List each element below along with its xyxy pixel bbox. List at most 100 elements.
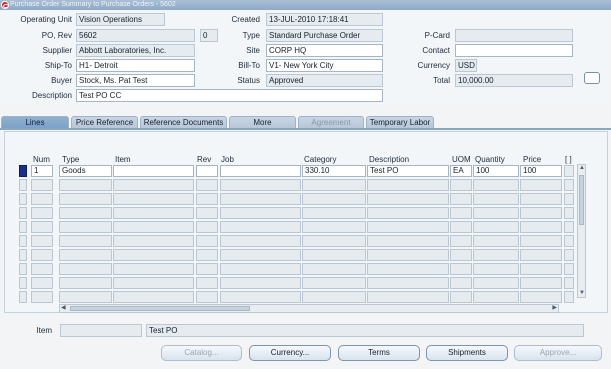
line-cell-uom[interactable] bbox=[450, 263, 472, 275]
line-cell-description[interactable] bbox=[367, 291, 449, 303]
line-cell-category[interactable] bbox=[302, 277, 366, 289]
line-cell-job[interactable] bbox=[220, 179, 301, 191]
line-cell-price[interactable] bbox=[520, 277, 562, 289]
line-cell-quantity[interactable] bbox=[473, 263, 519, 275]
line-cell-flex[interactable] bbox=[564, 221, 574, 233]
row-selector[interactable] bbox=[19, 221, 27, 233]
line-cell-price[interactable] bbox=[520, 263, 562, 275]
line-cell-uom[interactable] bbox=[450, 249, 472, 261]
row-selector[interactable] bbox=[19, 291, 27, 303]
line-cell-price[interactable]: 100 bbox=[520, 165, 562, 177]
line-cell-item[interactable] bbox=[113, 193, 194, 205]
line-cell-description[interactable]: Test PO bbox=[367, 165, 449, 177]
line-cell-category[interactable] bbox=[302, 193, 366, 205]
line-cell-flex[interactable] bbox=[564, 263, 574, 275]
site-field[interactable]: CORP HQ bbox=[266, 44, 383, 57]
terms-button[interactable]: Terms bbox=[338, 345, 420, 361]
line-cell-quantity[interactable] bbox=[473, 277, 519, 289]
line-cell-job[interactable] bbox=[220, 221, 301, 233]
line-cell-price[interactable] bbox=[520, 221, 562, 233]
line-cell-uom[interactable] bbox=[450, 207, 472, 219]
po-number-field[interactable]: 5602 bbox=[76, 29, 195, 42]
line-cell-num[interactable] bbox=[31, 235, 53, 247]
line-cell-job[interactable] bbox=[220, 277, 301, 289]
line-cell-price[interactable] bbox=[520, 235, 562, 247]
vertical-scrollbar[interactable]: ▲ ▼ bbox=[577, 164, 586, 298]
created-field[interactable]: 13-JUL-2010 17:18:41 bbox=[266, 13, 383, 26]
line-cell-flex[interactable] bbox=[564, 179, 574, 191]
horizontal-scrollbar[interactable]: ◀ ▶ bbox=[59, 304, 559, 313]
line-cell-num[interactable] bbox=[31, 277, 53, 289]
line-cell-quantity[interactable] bbox=[473, 249, 519, 261]
supplier-field[interactable]: Abbott Laboratories, Inc. bbox=[76, 44, 195, 57]
row-selector[interactable] bbox=[19, 249, 27, 261]
line-cell-job[interactable] bbox=[220, 291, 301, 303]
line-cell-num[interactable] bbox=[31, 291, 53, 303]
line-cell-quantity[interactable] bbox=[473, 235, 519, 247]
line-cell-type[interactable] bbox=[59, 221, 112, 233]
line-cell-type[interactable] bbox=[59, 263, 112, 275]
line-cell-category[interactable] bbox=[302, 221, 366, 233]
line-cell-quantity[interactable] bbox=[473, 291, 519, 303]
line-cell-category[interactable] bbox=[302, 291, 366, 303]
row-selector[interactable] bbox=[19, 207, 27, 219]
row-selector[interactable] bbox=[19, 263, 27, 275]
line-cell-job[interactable] bbox=[220, 193, 301, 205]
line-cell-rev[interactable] bbox=[196, 207, 218, 219]
currency-button[interactable]: Currency... bbox=[249, 345, 331, 361]
line-cell-num[interactable] bbox=[31, 193, 53, 205]
line-cell-price[interactable] bbox=[520, 207, 562, 219]
line-cell-num[interactable] bbox=[31, 221, 53, 233]
line-cell-description[interactable] bbox=[367, 263, 449, 275]
line-cell-category[interactable] bbox=[302, 179, 366, 191]
line-cell-uom[interactable]: EA bbox=[450, 165, 472, 177]
line-cell-job[interactable] bbox=[220, 207, 301, 219]
status-field[interactable]: Approved bbox=[266, 74, 383, 87]
ship-to-field[interactable]: H1- Detroit bbox=[76, 59, 195, 72]
line-cell-rev[interactable] bbox=[196, 165, 218, 177]
line-cell-rev[interactable] bbox=[196, 193, 218, 205]
line-cell-item[interactable] bbox=[113, 221, 194, 233]
line-cell-flex[interactable] bbox=[564, 165, 574, 177]
line-cell-category[interactable] bbox=[302, 263, 366, 275]
line-cell-num[interactable] bbox=[31, 179, 53, 191]
scroll-up-icon[interactable]: ▲ bbox=[579, 165, 585, 172]
line-cell-price[interactable] bbox=[520, 179, 562, 191]
line-cell-item[interactable] bbox=[113, 277, 194, 289]
line-cell-category[interactable] bbox=[302, 235, 366, 247]
line-cell-price[interactable] bbox=[520, 249, 562, 261]
line-cell-num[interactable] bbox=[31, 263, 53, 275]
row-selector[interactable] bbox=[19, 165, 27, 177]
line-cell-rev[interactable] bbox=[196, 235, 218, 247]
line-cell-flex[interactable] bbox=[564, 207, 574, 219]
line-cell-type[interactable] bbox=[59, 249, 112, 261]
line-cell-item[interactable] bbox=[113, 291, 194, 303]
line-cell-type[interactable] bbox=[59, 179, 112, 191]
operating-unit-field[interactable]: Vision Operations bbox=[76, 13, 165, 26]
line-cell-job[interactable] bbox=[220, 235, 301, 247]
description-field[interactable]: Test PO CC bbox=[76, 89, 383, 102]
line-cell-description[interactable] bbox=[367, 249, 449, 261]
line-cell-type[interactable] bbox=[59, 193, 112, 205]
line-cell-uom[interactable] bbox=[450, 235, 472, 247]
horizontal-scroll-thumb[interactable] bbox=[70, 306, 250, 311]
descriptive-flexfield-button[interactable] bbox=[584, 72, 600, 84]
type-field[interactable]: Standard Purchase Order bbox=[266, 29, 383, 42]
line-cell-uom[interactable] bbox=[450, 277, 472, 289]
line-cell-item[interactable] bbox=[113, 207, 194, 219]
total-field[interactable]: 10,000.00 bbox=[455, 74, 573, 87]
buyer-field[interactable]: Stock, Ms. Pat Test bbox=[76, 74, 195, 87]
line-cell-description[interactable] bbox=[367, 235, 449, 247]
line-cell-uom[interactable] bbox=[450, 179, 472, 191]
line-cell-flex[interactable] bbox=[564, 193, 574, 205]
contact-field[interactable] bbox=[455, 44, 573, 57]
vertical-scroll-thumb[interactable] bbox=[579, 175, 584, 225]
scroll-right-icon[interactable]: ▶ bbox=[552, 305, 557, 312]
line-cell-price[interactable] bbox=[520, 291, 562, 303]
line-cell-quantity[interactable]: 100 bbox=[473, 165, 519, 177]
line-cell-rev[interactable] bbox=[196, 221, 218, 233]
line-cell-type[interactable]: Goods bbox=[59, 165, 112, 177]
line-cell-item[interactable] bbox=[113, 235, 194, 247]
line-cell-type[interactable] bbox=[59, 277, 112, 289]
approve-button[interactable]: Approve... bbox=[514, 345, 602, 361]
